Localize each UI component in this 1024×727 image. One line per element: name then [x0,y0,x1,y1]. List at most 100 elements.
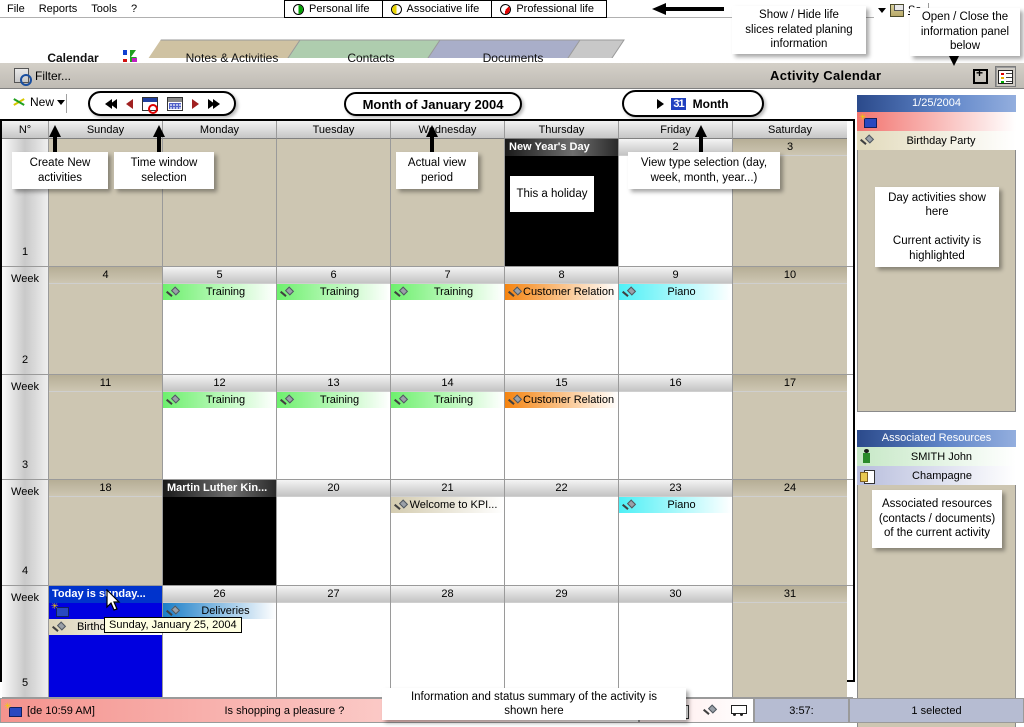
week-row: Week 2 4 5 Training 6 Training 7 Training 8 Custom… [2,267,853,375]
menu-item-file[interactable]: File [0,2,32,16]
day-cell[interactable]: 14 Training [391,375,505,479]
callout-holiday-text: This a holiday [516,187,588,200]
day-cell[interactable]: 12 Training [163,375,277,479]
day-cell[interactable]: 18 [49,480,163,585]
week-number-header-label: N° [18,123,32,136]
new-button[interactable]: New [12,95,66,109]
menu-item-tools[interactable]: Tools [84,2,124,16]
week-word-label: Week [11,381,39,393]
menu-item-reports[interactable]: Reports [32,2,85,16]
resource-row-document[interactable]: Champagne [857,466,1016,485]
day-cell[interactable]: 23 Piano [619,480,733,585]
resource-row-document-label: Champagne [912,469,972,482]
calendar-event[interactable]: Piano [619,284,732,300]
nav-last-button[interactable] [207,98,220,109]
callout-time-window: Time window selection [114,152,214,189]
date-picker-grid-icon[interactable] [166,96,183,111]
day-header-name: Martin Luther Kin... [163,480,276,497]
day-header-thursday-label: Thursday [538,123,585,136]
day-cell[interactable]: 24 [733,480,847,585]
calendar-event[interactable]: Piano [619,497,732,513]
day-header-monday-label: Monday [199,123,240,136]
day-number: 5 [163,267,276,284]
week-number-column-header: N° [2,121,49,139]
day-cell[interactable]: 8 Customer Relation [505,267,619,374]
fit-view-button[interactable] [970,66,991,87]
menu-item-help[interactable]: ? [124,2,144,16]
day-cell[interactable]: 9 Piano [619,267,733,374]
day-activity-row-current[interactable] [857,112,1016,131]
calendar-event[interactable]: Training [391,392,504,408]
status-time-label: [de 10:59 AM] [27,704,95,717]
life-tabs-pointer-arrow [652,3,724,15]
day-cell[interactable]: 7 Training [391,267,505,374]
day-cell[interactable]: 28 [391,586,505,697]
day-cell[interactable]: 30 [619,586,733,697]
day-cell[interactable]: 20 [277,480,391,585]
calendar-event[interactable]: Customer Relation [505,284,618,300]
day-cell[interactable]: 5 Training [163,267,277,374]
status-selection: 1 selected [849,698,1024,723]
status-pin-icon[interactable] [703,705,715,716]
life-tab-personal[interactable]: Personal life [284,0,382,18]
pin-icon [508,287,520,298]
current-period-label: Month of January 2004 [362,96,504,112]
resource-row-contact[interactable]: SMITH John [857,447,1016,466]
day-cell[interactable]: 21 Welcome to KPI... [391,480,505,585]
today-calendar-icon[interactable] [141,96,158,114]
day-header-sunday-label: Sunday [86,123,125,136]
week-word-label: Week [11,592,39,604]
resource-row-contact-label: SMITH John [910,450,973,463]
calendar-event[interactable]: Training [163,392,276,408]
day-number: 12 [163,375,276,392]
day-header-friday: Friday [619,121,733,139]
day-cell[interactable]: 29 [505,586,619,697]
calendar-event-label: Welcome to KPI... [409,499,498,511]
day-cell[interactable]: 27 [277,586,391,697]
nav-first-button[interactable] [104,98,117,109]
toggle-info-panel-button[interactable] [995,66,1016,87]
day-cell[interactable]: 4 [49,267,163,374]
current-period-display[interactable]: Month of January 2004 [344,92,522,116]
callout-day-activities-text: Day activities show here Current activit… [888,192,986,262]
day-cell[interactable]: 17 [733,375,847,479]
nav-prev-button[interactable] [125,98,133,109]
day-cell[interactable]: Martin Luther Kin... [163,480,277,585]
header-icon-group [970,66,1016,87]
pin-icon [622,500,634,511]
pin-icon [394,395,406,406]
callout-holiday: This a holiday [510,176,594,212]
day-cell[interactable]: 26 Deliveries [163,586,277,697]
pin-icon [166,287,178,298]
day-cell[interactable]: 16 [619,375,733,479]
day-activity-row-birthday[interactable]: Birthday Party [857,131,1016,150]
calendar-event[interactable]: Customer Relation [505,392,618,408]
week-number-label: 5 [21,677,29,689]
filter-button[interactable]: Filter... [0,68,71,86]
new-dropdown-chevron-down-icon[interactable] [57,99,66,105]
calendar-event[interactable]: Training [277,392,390,408]
nav-next-button[interactable] [191,98,199,109]
day-cell[interactable]: 10 [733,267,847,374]
view-type-expand-icon[interactable] [657,98,665,109]
calendar-event[interactable]: Training [391,284,504,300]
life-tab-professional[interactable]: Professional life [491,0,607,18]
chevron-down-icon[interactable] [878,7,886,13]
life-tab-associative[interactable]: Associative life [381,0,492,18]
status-cart-icon[interactable] [729,704,747,717]
calendar-event[interactable]: Training [277,284,390,300]
day-cell[interactable]: 15 Customer Relation [505,375,619,479]
calendar-event[interactable]: Welcome to KPI... [391,497,504,513]
day-cell[interactable]: 13 Training [277,375,391,479]
week-number-label: 1 [21,246,29,258]
new-button-label: New [30,95,55,109]
day-cell[interactable]: 31 [733,586,847,697]
view-type-selector[interactable]: 31 Month [622,90,764,117]
day-cell[interactable]: 22 [505,480,619,585]
day-cell[interactable]: 11 [49,375,163,479]
day-header-saturday-label: Saturday [767,123,813,136]
pin-icon [280,395,292,406]
calendar-event-label: Training [205,286,246,298]
calendar-event[interactable]: Training [163,284,276,300]
day-cell[interactable]: 6 Training [277,267,391,374]
